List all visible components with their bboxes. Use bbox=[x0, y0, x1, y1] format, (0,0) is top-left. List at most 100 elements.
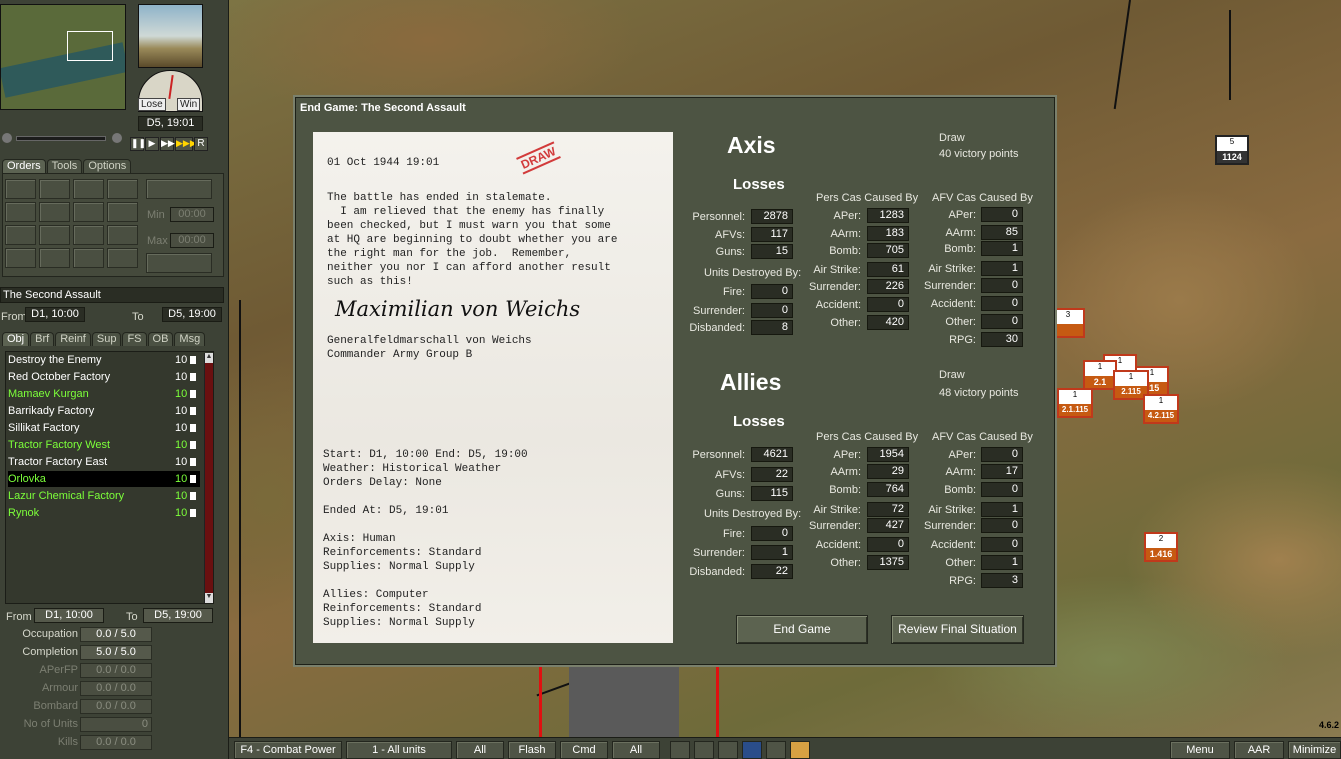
zoom-in-icon[interactable] bbox=[112, 133, 122, 143]
all-button-2[interactable]: All bbox=[612, 741, 660, 759]
order-button[interactable] bbox=[5, 202, 36, 222]
review-final-situation-button[interactable]: Review Final Situation bbox=[891, 615, 1024, 644]
arrow-up-icon[interactable] bbox=[766, 741, 786, 759]
commander-icon[interactable] bbox=[790, 741, 810, 759]
allies-pers-value: 29 bbox=[867, 464, 909, 479]
order-button[interactable] bbox=[107, 202, 138, 222]
objective-item[interactable]: Red October Factory 10 bbox=[8, 369, 200, 385]
order-wide-button[interactable] bbox=[146, 179, 212, 199]
order-button[interactable] bbox=[39, 179, 70, 199]
order-button[interactable] bbox=[107, 225, 138, 245]
tab-brf[interactable]: Brf bbox=[30, 332, 55, 346]
all-button[interactable]: All bbox=[456, 741, 504, 759]
unit-stack-icon[interactable] bbox=[694, 741, 714, 759]
allies-afv-label: AArm: bbox=[945, 466, 976, 478]
order-button[interactable] bbox=[39, 225, 70, 245]
objective-item[interactable]: Barrikady Factory 10 bbox=[8, 403, 200, 419]
tab-sup[interactable]: Sup bbox=[91, 332, 122, 346]
fast-forward-icon[interactable]: ▶▶ bbox=[160, 137, 175, 151]
max-field[interactable]: 00:00 bbox=[170, 233, 214, 248]
objective-item-selected[interactable]: Orlovka 10 bbox=[8, 471, 200, 487]
play-icon[interactable]: ▶ bbox=[145, 137, 159, 151]
order-button[interactable] bbox=[73, 202, 104, 222]
flash-button[interactable]: Flash bbox=[508, 741, 556, 759]
allies-destroyed-value: 1 bbox=[751, 545, 793, 560]
fastest-icon[interactable]: ▶▶▶ bbox=[175, 137, 197, 151]
objective-item[interactable]: Mamaev Kurgan 10 bbox=[8, 386, 200, 402]
scroll-up-icon[interactable]: ▲ bbox=[205, 353, 213, 363]
stat-armour-value: 0.0 / 0.0 bbox=[80, 681, 152, 696]
order-button[interactable] bbox=[73, 248, 104, 268]
time-slider[interactable] bbox=[16, 136, 106, 141]
min-field[interactable]: 00:00 bbox=[170, 207, 214, 222]
order-button[interactable] bbox=[5, 179, 36, 199]
order-wide-button[interactable] bbox=[146, 253, 212, 273]
axis-afv-label: APer: bbox=[948, 209, 976, 221]
axis-afv-value: 0 bbox=[981, 278, 1023, 293]
unit-filter-button[interactable]: 1 - All units bbox=[346, 741, 452, 759]
unit-counter[interactable]: 1 2.1.115 bbox=[1057, 388, 1093, 418]
mini-map[interactable] bbox=[0, 4, 126, 110]
order-button[interactable] bbox=[107, 248, 138, 268]
tab-options[interactable]: Options bbox=[83, 159, 132, 173]
objective-item[interactable]: Lazur Chemical Factory 10 bbox=[8, 488, 200, 504]
command-link-icon[interactable] bbox=[742, 741, 762, 759]
hex-grid-icon[interactable] bbox=[670, 741, 690, 759]
allies-afv-value: 0 bbox=[981, 518, 1023, 533]
order-button[interactable] bbox=[5, 248, 36, 268]
gauge-win-label: Win bbox=[177, 98, 201, 111]
aar-button[interactable]: AAR bbox=[1234, 741, 1284, 759]
unit-counter-top: 1 bbox=[1085, 362, 1115, 376]
axis-losses-heading: Losses bbox=[733, 176, 785, 193]
supply-icon[interactable] bbox=[718, 741, 738, 759]
objective-item[interactable]: Tractor Factory West 10 bbox=[8, 437, 200, 453]
tab-reinf[interactable]: Reinf bbox=[55, 332, 91, 346]
allies-pers-label: Other: bbox=[830, 557, 861, 569]
order-button[interactable] bbox=[39, 202, 70, 222]
allies-pers-label: Surrender: bbox=[809, 520, 861, 532]
allies-afv-heading: AFV Cas Caused By bbox=[932, 431, 1033, 443]
order-button[interactable] bbox=[5, 225, 36, 245]
unit-counter[interactable]: 1 4.2.115 bbox=[1143, 394, 1179, 424]
unit-counter[interactable]: 5 1124 bbox=[1215, 135, 1249, 165]
objective-name: Tractor Factory West bbox=[8, 439, 111, 451]
end-game-button[interactable]: End Game bbox=[736, 615, 868, 644]
objective-item[interactable]: Sillikat Factory 10 bbox=[8, 420, 200, 436]
menu-button[interactable]: Menu bbox=[1170, 741, 1230, 759]
axis-destroyed-label: Surrender: bbox=[693, 305, 745, 317]
objective-item[interactable]: Rynok 10 bbox=[8, 505, 200, 521]
zoom-out-icon[interactable] bbox=[2, 133, 12, 143]
tab-ob[interactable]: OB bbox=[147, 332, 174, 346]
combat-power-button[interactable]: F4 - Combat Power bbox=[234, 741, 342, 759]
order-button[interactable] bbox=[39, 248, 70, 268]
objective-value: 10 bbox=[175, 388, 188, 400]
objective-flag-icon bbox=[190, 356, 196, 364]
minimize-button[interactable]: Minimize bbox=[1288, 741, 1341, 759]
axis-destroyed-label: Disbanded: bbox=[689, 322, 745, 334]
tab-msg[interactable]: Msg bbox=[174, 332, 206, 346]
objective-item[interactable]: Tractor Factory East 10 bbox=[8, 454, 200, 470]
axis-afv-label: Other: bbox=[945, 316, 976, 328]
order-button[interactable] bbox=[107, 179, 138, 199]
scroll-down-icon[interactable]: ▼ bbox=[205, 593, 213, 603]
tab-obj[interactable]: Obj bbox=[2, 332, 30, 346]
unit-counter[interactable]: 1 2.1 bbox=[1083, 360, 1117, 390]
replay-button[interactable]: R bbox=[194, 137, 208, 151]
tab-fs[interactable]: FS bbox=[122, 332, 147, 346]
order-button[interactable] bbox=[73, 225, 104, 245]
letter-signer: Generalfeldmarschall von Weichs Commande… bbox=[327, 335, 532, 361]
objective-item[interactable]: Destroy the Enemy 10 bbox=[8, 352, 200, 368]
objectives-scrollbar[interactable]: ▲ ▼ bbox=[204, 353, 213, 603]
unit-counter-id: 4.2.115 bbox=[1145, 410, 1177, 422]
axis-destroyed-label: Fire: bbox=[723, 286, 745, 298]
tab-orders[interactable]: Orders bbox=[2, 159, 46, 173]
tab-tools[interactable]: Tools bbox=[46, 159, 83, 173]
unit-counter[interactable]: 3 bbox=[1051, 308, 1085, 338]
axis-afv-value: 1 bbox=[981, 241, 1023, 256]
axis-pers-value: 1283 bbox=[867, 208, 909, 223]
scenario-to: D5, 19:00 bbox=[162, 307, 222, 322]
order-button[interactable] bbox=[73, 179, 104, 199]
pause-icon[interactable]: ❚❚ bbox=[130, 137, 146, 151]
cmd-button[interactable]: Cmd bbox=[560, 741, 608, 759]
unit-counter[interactable]: 2 1.416 bbox=[1144, 532, 1178, 562]
